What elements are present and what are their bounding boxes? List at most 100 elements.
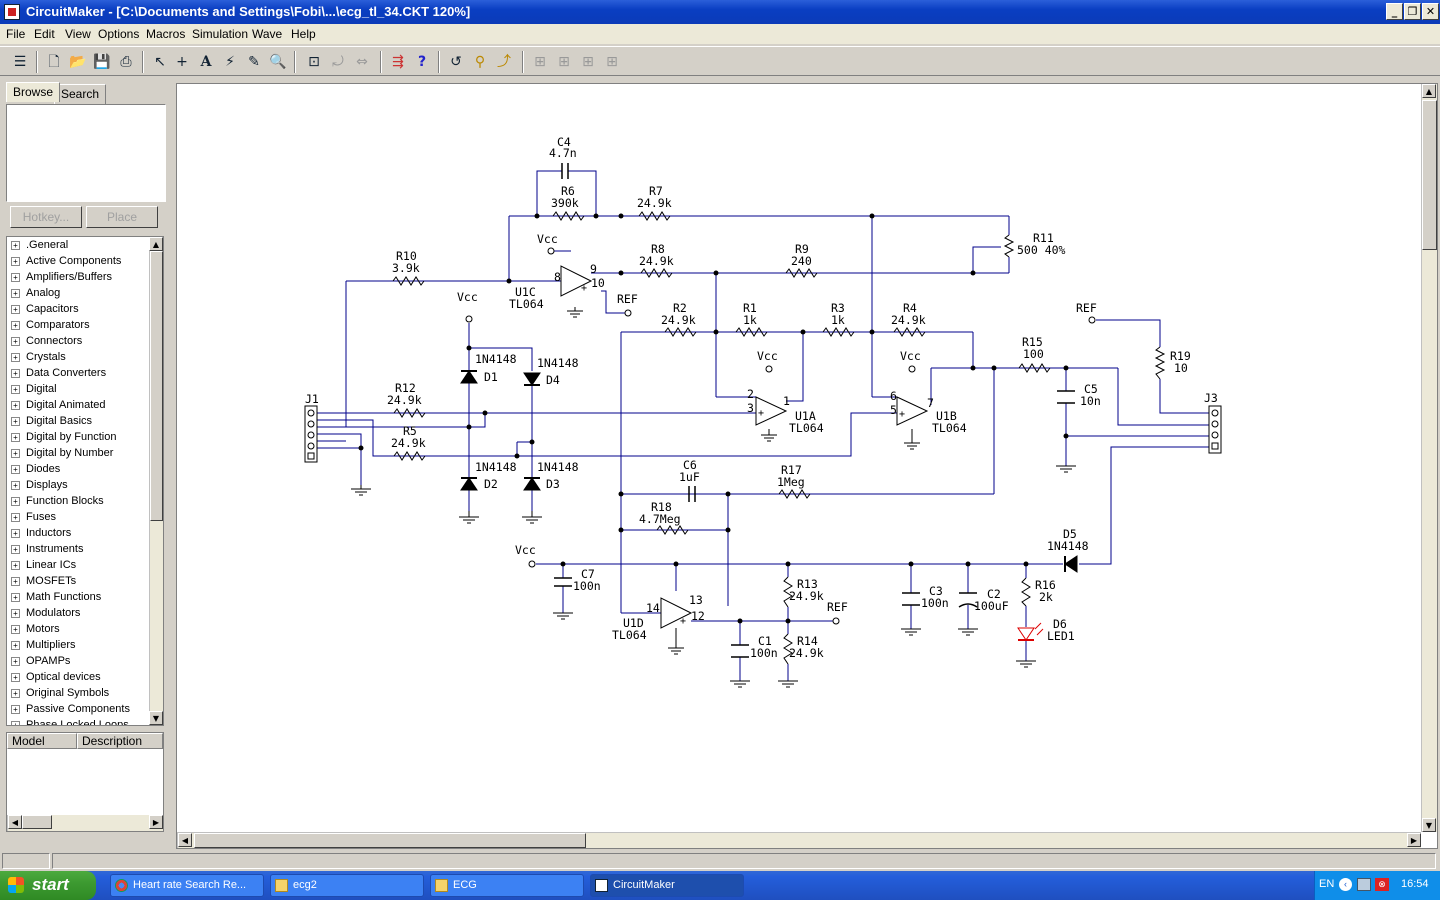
task-circuitmaker[interactable]: CircuitMaker — [590, 874, 744, 897]
tab-search[interactable]: Search — [54, 84, 107, 104]
expand-icon[interactable]: + — [11, 304, 20, 314]
library-item[interactable]: + OPAMPs — [11, 655, 70, 671]
expand-icon[interactable]: + — [11, 400, 20, 410]
library-item[interactable]: + Displays — [11, 479, 68, 495]
expand-icon[interactable]: + — [11, 592, 20, 602]
library-item[interactable]: + Math Functions — [11, 591, 101, 607]
library-item[interactable]: + Analog — [11, 287, 60, 303]
zoom-fit-icon[interactable]: ⊡ — [304, 52, 324, 72]
menu-file[interactable]: File — [6, 27, 25, 41]
scroll-down-arrow[interactable]: ▼ — [1422, 818, 1436, 832]
expand-icon[interactable]: + — [11, 608, 20, 618]
tab-browse[interactable]: Browse — [6, 82, 61, 102]
library-item[interactable]: + Motors — [11, 623, 60, 639]
zoom-tool-icon[interactable]: 🔍 — [268, 52, 288, 72]
expand-icon[interactable]: + — [11, 240, 20, 250]
expand-icon[interactable]: + — [11, 704, 20, 714]
expand-icon[interactable]: + — [11, 720, 20, 725]
scroll-down-arrow[interactable]: ▼ — [149, 711, 163, 725]
library-item[interactable]: + .General — [11, 239, 68, 255]
pencil-tool-icon[interactable]: ✎ — [244, 52, 264, 72]
library-item[interactable]: + Multipliers — [11, 639, 76, 655]
expand-icon[interactable]: + — [11, 368, 20, 378]
wire-tool-icon[interactable]: + — [172, 52, 192, 72]
expand-icon[interactable]: + — [11, 352, 20, 362]
macro-expand-icon[interactable]: ⊞ — [554, 52, 574, 72]
expand-icon[interactable]: + — [11, 544, 20, 554]
expand-icon[interactable]: + — [11, 560, 20, 570]
library-item[interactable]: + Fuses — [11, 511, 56, 527]
arrow-tool-icon[interactable]: ↖ — [150, 52, 170, 72]
expand-icon[interactable]: + — [11, 656, 20, 666]
library-item[interactable]: + Digital Animated — [11, 399, 106, 415]
help-icon[interactable]: ? — [412, 52, 432, 72]
task-chrome[interactable]: Heart rate Search Re... — [110, 874, 264, 897]
new-file-icon[interactable]: 🗋 — [44, 52, 64, 72]
expand-icon[interactable]: + — [11, 336, 20, 346]
library-item[interactable]: + Crystals — [11, 351, 66, 367]
open-folder-icon[interactable]: 📂 — [68, 52, 88, 72]
scroll-right-arrow[interactable]: ▶ — [149, 815, 163, 829]
expand-icon[interactable]: + — [11, 576, 20, 586]
scroll-thumb[interactable] — [1422, 100, 1437, 250]
hotkey-button[interactable]: Hotkey... — [10, 206, 82, 228]
close-button[interactable]: ✕ — [1422, 3, 1439, 20]
expand-icon[interactable]: + — [11, 272, 20, 282]
scroll-thumb[interactable] — [150, 251, 163, 521]
macro-copy-icon[interactable]: ⊞ — [578, 52, 598, 72]
library-item[interactable]: + Digital by Function — [11, 431, 117, 447]
restore-button[interactable]: ❐ — [1404, 3, 1421, 20]
menu-macros[interactable]: Macros — [146, 27, 185, 41]
library-item[interactable]: + Digital by Number — [11, 447, 113, 463]
menu-wave[interactable]: Wave — [252, 27, 282, 41]
menu-simulation[interactable]: Simulation — [192, 27, 248, 41]
expand-icon[interactable]: + — [11, 512, 20, 522]
menu-view[interactable]: View — [65, 27, 91, 41]
schematic-canvas[interactable]: C4 4.7n R6 390k R7 24.9k R8 24.9k R9 240 R10 3… — [176, 83, 1438, 849]
library-item[interactable]: + Modulators — [11, 607, 80, 623]
expand-icon[interactable]: + — [11, 688, 20, 698]
place-button[interactable]: Place — [86, 206, 158, 228]
library-item[interactable]: + Digital — [11, 383, 57, 399]
toggle-panel-icon[interactable]: ☰ — [10, 52, 30, 72]
expand-icon[interactable]: + — [11, 624, 20, 634]
task-ecg2[interactable]: ecg2 — [270, 874, 424, 897]
menu-help[interactable]: Help — [291, 27, 316, 41]
expand-icon[interactable]: + — [11, 256, 20, 266]
mirror-icon[interactable]: ⇔ — [352, 52, 372, 72]
library-item[interactable]: + Amplifiers/Buffers — [11, 271, 112, 287]
library-item[interactable]: + Data Converters — [11, 367, 106, 383]
expand-icon[interactable]: + — [11, 640, 20, 650]
expand-icon[interactable]: + — [11, 672, 20, 682]
antivirus-icon[interactable]: ⊗ — [1375, 878, 1389, 891]
probe-icon[interactable]: ⚲ — [470, 52, 490, 72]
task-ecg[interactable]: ECG — [430, 874, 584, 897]
expand-icon[interactable]: + — [11, 528, 20, 538]
scroll-right-arrow[interactable]: ▶ — [1407, 833, 1421, 847]
library-item[interactable]: + Instruments — [11, 543, 83, 559]
rotate-icon[interactable]: ⤾ — [328, 52, 348, 72]
expand-icon[interactable]: + — [11, 432, 20, 442]
model-hscroll[interactable]: ◀ ▶ — [7, 815, 163, 831]
expand-icon[interactable]: + — [11, 288, 20, 298]
expand-icon[interactable]: + — [11, 384, 20, 394]
library-vscroll[interactable]: ▲ ▼ — [149, 237, 163, 725]
library-item[interactable]: + Optical devices — [11, 671, 101, 687]
expand-icon[interactable]: + — [11, 480, 20, 490]
library-item[interactable]: + Passive Components — [11, 703, 130, 719]
expand-icon[interactable]: + — [11, 496, 20, 506]
print-icon[interactable]: ⎙ — [116, 52, 136, 72]
network-icon[interactable] — [1357, 878, 1371, 891]
scroll-up-arrow[interactable]: ▲ — [1422, 84, 1436, 98]
menu-options[interactable]: Options — [98, 27, 139, 41]
macro-icon[interactable]: ⊞ — [530, 52, 550, 72]
canvas-vscroll[interactable]: ▲ ▼ — [1421, 84, 1437, 832]
library-item[interactable]: + Capacitors — [11, 303, 79, 319]
expand-icon[interactable]: + — [11, 464, 20, 474]
library-item[interactable]: + Digital Basics — [11, 415, 92, 431]
start-button[interactable]: start — [0, 871, 96, 900]
library-item[interactable]: + Inductors — [11, 527, 71, 543]
scroll-left-arrow[interactable]: ◀ — [178, 833, 192, 847]
canvas-hscroll[interactable]: ◀ ▶ — [177, 832, 1421, 848]
library-item[interactable]: + Comparators — [11, 319, 90, 335]
